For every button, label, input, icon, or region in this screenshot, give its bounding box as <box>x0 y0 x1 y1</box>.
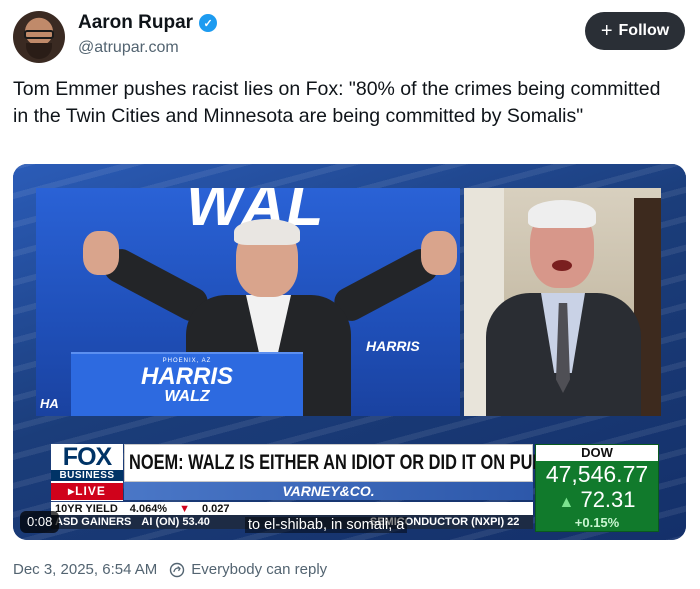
reply-setting-label[interactable]: Everybody can reply <box>191 561 327 578</box>
sign-left: HA <box>40 396 59 411</box>
avatar-glasses <box>24 30 54 39</box>
yield-label: 10YR YIELD <box>55 502 118 515</box>
left-hand <box>83 231 119 275</box>
dow-percent: +0.15% <box>574 515 620 530</box>
follow-button-label: Follow <box>618 22 670 39</box>
headline-text: NOEM: WALZ IS EITHER AN IDIOT OR DID IT … <box>129 451 590 474</box>
show-bar: VARNEY&CO. <box>124 482 533 500</box>
video-player[interactable]: WAL HARRIS PHOENIX, AZ HARRIS WALZ HA FO… <box>13 164 686 540</box>
show-name: VARNEY&CO. <box>282 483 375 499</box>
yield-value: 4.064% <box>129 502 168 515</box>
avatar-beard <box>26 43 52 59</box>
yield-change: 0.027 <box>201 502 230 515</box>
hair <box>234 219 300 245</box>
dow-change-value: 72.31 <box>580 487 636 512</box>
podium-line1: HARRIS <box>140 363 233 390</box>
dow-ticker: DOW 47,546.77 ▲ 72.31 +0.15% <box>535 444 659 532</box>
video-right-panel <box>464 188 661 416</box>
mouth <box>552 260 572 271</box>
post-text: Tom Emmer pushes racist lies on Fox: "80… <box>13 78 661 127</box>
post-timestamp[interactable]: Dec 3, 2025, 6:54 AM <box>13 561 157 578</box>
hair <box>528 200 596 228</box>
down-triangle-icon: ▼ <box>179 502 190 515</box>
author-handle[interactable]: @atrupar.com <box>78 39 179 57</box>
network-line2: BUSINESS <box>51 470 123 481</box>
video-elapsed-time: 0:08 <box>20 511 60 533</box>
dow-change: ▲ 72.31 <box>536 488 658 515</box>
live-label: LIVE <box>75 484 106 498</box>
author-name[interactable]: Aaron Rupar <box>78 12 193 34</box>
avatar[interactable] <box>13 11 65 63</box>
podium-line2: WALZ <box>164 388 210 405</box>
author-name-row: Aaron Rupar ✓ <box>78 12 218 34</box>
follow-button[interactable]: + Follow <box>585 12 685 50</box>
reply-setting-icon <box>170 562 185 577</box>
verified-badge-icon: ✓ <box>199 14 218 32</box>
gainers-label: ASD GAINERS <box>55 516 132 528</box>
post-meta: Dec 3, 2025, 6:54 AM Everybody can reply <box>13 561 327 578</box>
sign-right: HARRIS <box>366 338 420 354</box>
up-triangle-icon: ▲ <box>558 494 575 511</box>
video-left-panel: WAL HARRIS PHOENIX, AZ HARRIS WALZ HA <box>36 188 460 416</box>
network-line1: FOX <box>62 443 112 471</box>
dow-label: DOW <box>536 445 658 461</box>
live-badge: ▸LIVE <box>51 483 123 500</box>
gainers-item: AI (ON) 53.40 <box>141 516 210 528</box>
network-logo: FOX BUSINESS ▸LIVE <box>51 444 123 501</box>
yield-row: 10YR YIELD 4.064% ▼ 0.027 <box>51 502 533 515</box>
video-caption: to el-shibab, in somali, a <box>245 517 408 533</box>
podium-sign: PHOENIX, AZ HARRIS WALZ <box>71 352 303 416</box>
dow-value: 47,546.77 <box>545 461 649 487</box>
chyron-headline: NOEM: WALZ IS EITHER AN IDIOT OR DID IT … <box>124 444 590 482</box>
right-hand <box>421 231 457 275</box>
plus-icon: + <box>600 20 613 42</box>
